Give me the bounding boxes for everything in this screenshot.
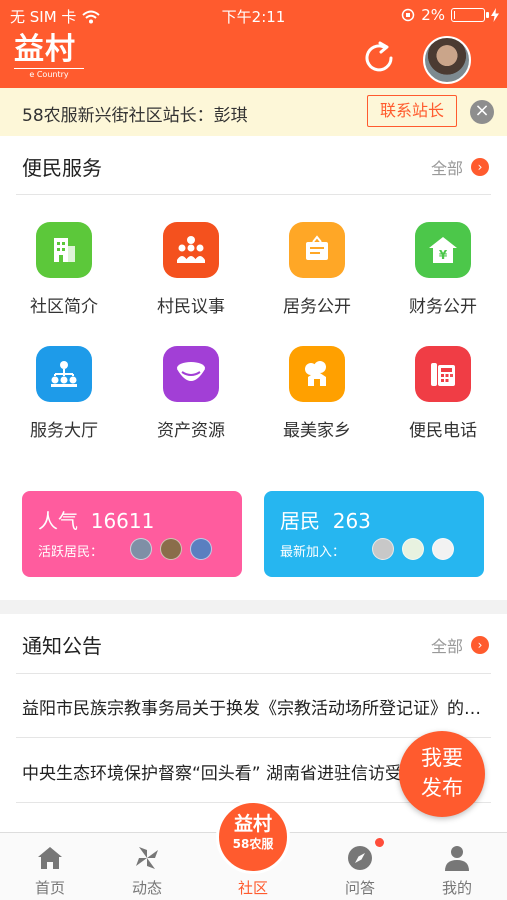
logo-text: 益村 bbox=[14, 32, 76, 67]
services-header: 便民服务 全部 › bbox=[0, 136, 507, 194]
announcements-more-link[interactable]: 全部 › bbox=[431, 633, 489, 657]
telephone-icon bbox=[415, 346, 471, 402]
unread-badge bbox=[375, 838, 384, 847]
service-label: 最美家乡 bbox=[283, 421, 351, 441]
status-bar: 无 SIM 卡 下午2:11 2% bbox=[0, 0, 507, 30]
tab-label: 我的 bbox=[441, 879, 472, 897]
service-label: 资产资源 bbox=[157, 421, 225, 441]
chevron-right-icon: › bbox=[471, 636, 489, 654]
residents-label: 居民 bbox=[280, 509, 320, 533]
center-logo-subtext: 58农服 bbox=[232, 837, 274, 851]
services-title: 便民服务 bbox=[22, 156, 102, 180]
battery-icon bbox=[451, 8, 489, 22]
charging-icon bbox=[491, 8, 499, 22]
service-label: 村民议事 bbox=[157, 297, 225, 317]
user-avatar[interactable] bbox=[423, 36, 471, 84]
residents-value: 263 bbox=[332, 509, 371, 533]
tab-home[interactable]: 首页 bbox=[10, 843, 90, 898]
service-affairs-public[interactable]: 居务公开 bbox=[262, 222, 372, 317]
announcements-header: 通知公告 全部 › bbox=[0, 614, 507, 672]
top-bar: 无 SIM 卡 下午2:11 2% 益村 e Country bbox=[0, 0, 507, 88]
section-gap bbox=[0, 600, 507, 614]
service-label: 居务公开 bbox=[283, 297, 351, 317]
avatar[interactable] bbox=[190, 538, 212, 560]
station-notice-text: 58农服新兴街社区站长：彭琪 bbox=[22, 106, 248, 126]
pinwheel-icon bbox=[136, 847, 158, 869]
service-villager-discussion[interactable]: 村民议事 bbox=[136, 222, 246, 317]
services-more-label: 全部 bbox=[430, 159, 463, 178]
service-label: 服务大厅 bbox=[30, 421, 98, 441]
app-screen: 无 SIM 卡 下午2:11 2% 益村 e Country 58农服新兴街社区… bbox=[0, 0, 507, 900]
home-icon bbox=[38, 847, 62, 869]
announcement-item[interactable]: 益阳市民族宗教事务局关于换发《宗教活动场所登记证》的通知 bbox=[22, 694, 482, 719]
service-label: 财务公开 bbox=[409, 297, 477, 317]
bowl-icon bbox=[163, 346, 219, 402]
service-label: 便民电话 bbox=[409, 421, 477, 441]
person-icon bbox=[445, 846, 469, 871]
orientation-lock-icon bbox=[401, 8, 415, 22]
announcements-more-label: 全部 bbox=[430, 637, 463, 656]
announcement-item[interactable]: 中央生态环境保护督察“回头看” 湖南省进驻信访受理 bbox=[22, 759, 422, 784]
refresh-icon[interactable] bbox=[362, 41, 396, 75]
divider bbox=[16, 673, 491, 674]
avatar[interactable] bbox=[432, 538, 454, 560]
service-assets[interactable]: 资产资源 bbox=[136, 346, 246, 441]
service-finance-public[interactable]: ¥ 财务公开 bbox=[388, 222, 498, 317]
residents-card[interactable]: 居民 263 最新加入： bbox=[264, 491, 484, 577]
publish-label-line2: 发布 bbox=[421, 776, 463, 800]
publish-label-line1: 我要 bbox=[421, 746, 463, 770]
hometown-icon bbox=[289, 346, 345, 402]
active-residents-avatars bbox=[130, 538, 212, 560]
tab-label: 首页 bbox=[34, 879, 65, 897]
tab-label: 社区 bbox=[237, 879, 268, 897]
announcements-title: 通知公告 bbox=[22, 634, 102, 658]
building-icon bbox=[36, 222, 92, 278]
tab-qa[interactable]: 问答 bbox=[320, 843, 400, 898]
notice-board-icon bbox=[289, 222, 345, 278]
battery-level bbox=[454, 11, 455, 19]
residents-stat: 居民 263 bbox=[280, 505, 371, 534]
popularity-value: 16611 bbox=[90, 509, 155, 533]
popularity-card[interactable]: 人气 16611 活跃居民： bbox=[22, 491, 242, 577]
org-chart-icon bbox=[36, 346, 92, 402]
publish-button[interactable]: 我要 发布 bbox=[399, 731, 485, 817]
tab-label: 问答 bbox=[344, 879, 375, 897]
avatar[interactable] bbox=[130, 538, 152, 560]
divider bbox=[16, 194, 491, 195]
chevron-right-icon: › bbox=[471, 158, 489, 176]
avatar[interactable] bbox=[372, 538, 394, 560]
service-hall[interactable]: 服务大厅 bbox=[9, 346, 119, 441]
tab-feed[interactable]: 动态 bbox=[107, 843, 187, 898]
tab-mine[interactable]: 我的 bbox=[417, 843, 497, 898]
contact-station-button[interactable]: 联系站长 bbox=[367, 95, 457, 127]
svg-text:¥: ¥ bbox=[439, 248, 448, 262]
popularity-stat: 人气 16611 bbox=[38, 505, 154, 534]
meeting-icon bbox=[163, 222, 219, 278]
services-more-link[interactable]: 全部 › bbox=[431, 155, 489, 179]
service-phone[interactable]: 便民电话 bbox=[388, 346, 498, 441]
newest-residents-avatars bbox=[372, 538, 454, 560]
tab-label: 动态 bbox=[131, 879, 162, 897]
service-label: 社区简介 bbox=[30, 297, 98, 317]
center-logo-button[interactable]: 益村 58农服 bbox=[216, 800, 290, 874]
popularity-label: 人气 bbox=[38, 509, 78, 533]
avatar[interactable] bbox=[160, 538, 182, 560]
compass-icon bbox=[348, 846, 372, 870]
service-community-intro[interactable]: 社区简介 bbox=[9, 222, 119, 317]
logo-subtext: e Country bbox=[14, 68, 84, 79]
app-logo: 益村 e Country bbox=[14, 32, 86, 79]
active-residents-label: 活跃居民： bbox=[38, 545, 104, 560]
service-hometown[interactable]: 最美家乡 bbox=[262, 346, 372, 441]
avatar[interactable] bbox=[402, 538, 424, 560]
center-logo-text: 益村 bbox=[233, 813, 272, 835]
finance-house-icon: ¥ bbox=[415, 222, 471, 278]
battery-percent: 2% bbox=[421, 6, 445, 24]
newest-residents-label: 最新加入： bbox=[280, 545, 346, 560]
close-icon[interactable]: × bbox=[470, 100, 494, 124]
